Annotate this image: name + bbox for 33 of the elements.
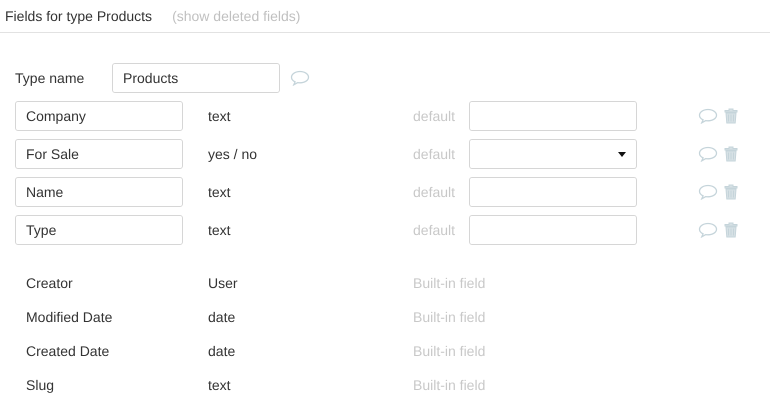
field-type: text [208,182,232,202]
comment-icon[interactable] [698,108,718,124]
field-name-input[interactable]: Name [15,177,183,207]
comment-icon[interactable] [698,184,718,200]
field-name: Slug [26,376,56,395]
default-input[interactable] [469,215,637,245]
trash-icon[interactable] [724,184,738,200]
comment-icon[interactable] [698,222,718,238]
comment-icon[interactable] [698,146,718,162]
field-type: date [208,342,236,360]
type-name-label: Type name [15,68,86,88]
field-name-input[interactable]: Type [15,215,183,245]
trash-icon[interactable] [724,108,738,124]
field-type: text [208,376,232,394]
default-input[interactable] [469,101,637,131]
field-name: Created Date [26,342,110,360]
caret-icon [618,152,626,156]
field-type: text [208,106,232,126]
field-name-input[interactable]: Company [15,101,183,131]
field-type: yes / no [208,144,258,164]
field-type: User [208,274,239,292]
field-name: Creator [26,274,74,292]
field-type: text [208,220,232,240]
default-input[interactable] [469,177,637,207]
type-name-field[interactable]: Products [112,63,280,93]
trash-icon[interactable] [724,146,738,162]
field-name: Modified Date [26,308,114,326]
field-type: date [208,308,236,326]
section-title: Fields for type Products [5,6,152,26]
default-dropdown[interactable] [469,139,637,169]
field-name-input[interactable]: For Sale [15,139,183,169]
trash-icon[interactable] [724,222,738,238]
comment-icon[interactable] [290,70,310,86]
